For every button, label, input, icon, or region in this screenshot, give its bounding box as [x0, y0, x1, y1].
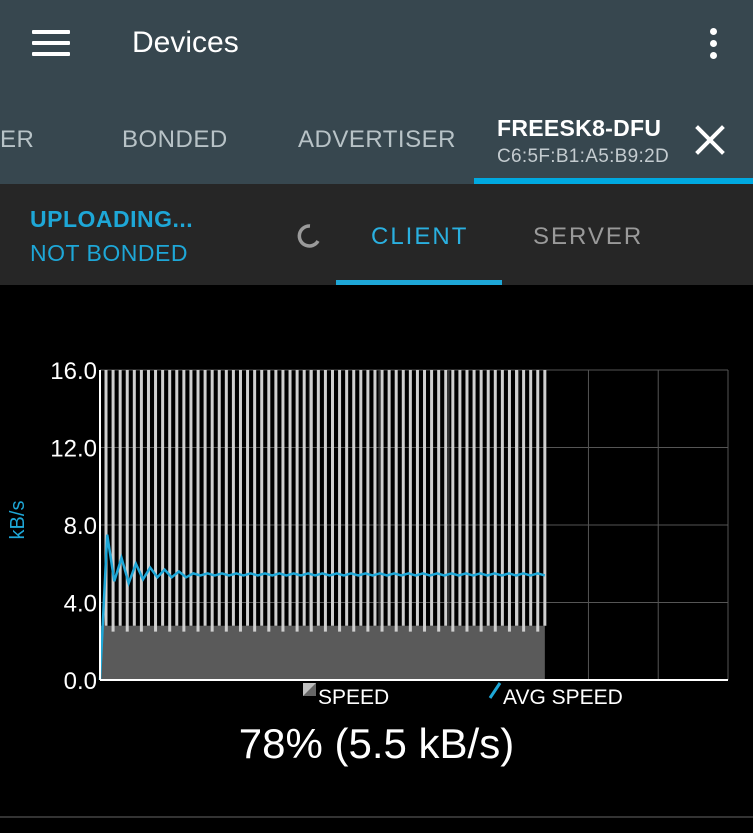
tab-client[interactable]: CLIENT — [371, 223, 468, 251]
progress-text: 78% (5.5 kB/s) — [238, 720, 515, 767]
more-options-icon[interactable] — [706, 28, 720, 62]
tab-device[interactable]: FREESK8-DFU C6:5F:B1:A5:B9:2D — [497, 115, 669, 168]
y-tick-label: 8.0 — [64, 513, 97, 540]
menu-icon[interactable] — [32, 30, 70, 60]
y-tick-label: 12.0 — [50, 436, 97, 463]
page-title: Devices — [132, 26, 239, 59]
tab-advertiser[interactable]: ADVERTISER — [298, 126, 456, 154]
y-tick-label: 4.0 — [64, 591, 97, 618]
legend-avg-label: AVG SPEED — [503, 686, 623, 709]
speed-area — [100, 625, 545, 680]
tab-server[interactable]: SERVER — [533, 223, 643, 251]
tab-bonded[interactable]: BONDED — [122, 126, 228, 154]
client-tab-indicator — [336, 280, 502, 285]
legend-speed: SPEED — [303, 683, 389, 709]
speed-chart: 16.0 12.0 8.0 4.0 0.0 kB/s SPEED AVG SPEED — [7, 358, 729, 709]
spinner-icon — [297, 224, 320, 248]
y-axis-label: kB/s — [7, 501, 29, 540]
y-tick-label: 16.0 — [50, 358, 97, 385]
bond-status: NOT BONDED — [30, 240, 188, 266]
legend-speed-label: SPEED — [318, 686, 389, 709]
tab-scanner[interactable]: ER — [0, 126, 34, 154]
upload-status: UPLOADING... — [30, 206, 194, 232]
legend-avg-swatch — [488, 682, 502, 699]
close-icon[interactable] — [690, 120, 730, 160]
device-address: C6:5F:B1:A5:B9:2D — [497, 146, 669, 167]
device-name: FREESK8-DFU — [497, 115, 662, 141]
divider — [0, 816, 753, 818]
y-tick-label: 0.0 — [64, 668, 97, 695]
legend-avg: AVG SPEED — [488, 682, 623, 709]
